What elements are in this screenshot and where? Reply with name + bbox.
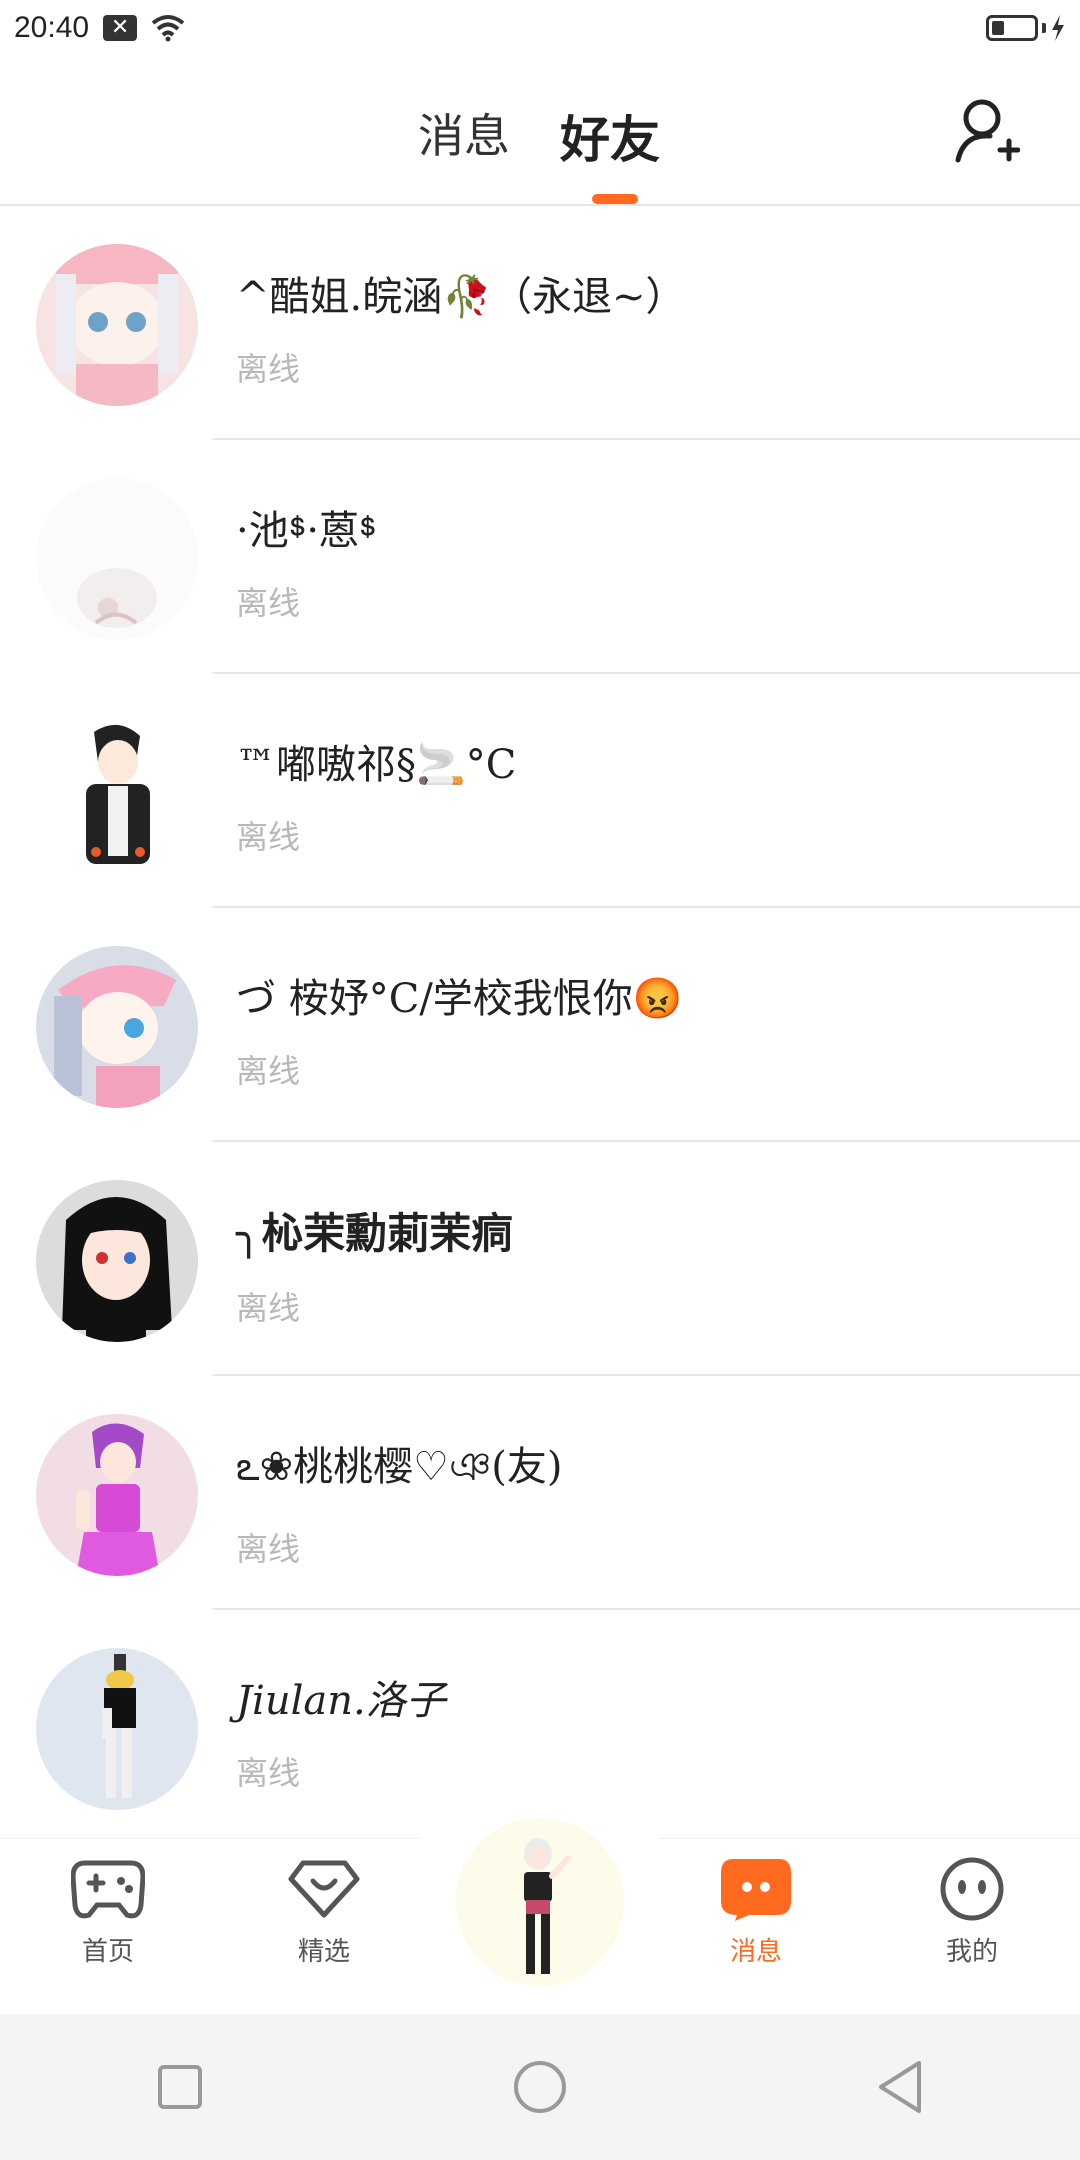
nav-label: 消息 (729, 1937, 782, 1967)
avatar[interactable] (36, 244, 198, 406)
friend-list: ^酷姐.皖涵🥀（永退~） 离线 ·池ᙚ·蒽ᙚ 离线 ™嘟嗷祁§🚬°C 离线 づ … (0, 206, 1080, 1844)
friend-row[interactable]: ·池ᙚ·蒽ᙚ 离线 (0, 440, 1080, 674)
face-icon (940, 1857, 1004, 1921)
friend-status: 离线 (236, 350, 301, 388)
friend-status: 离线 (236, 818, 301, 856)
friend-row[interactable]: ™嘟嗷祁§🚬°C 离线 (0, 674, 1080, 908)
friend-status: 离线 (236, 1754, 301, 1792)
battery-charging-icon (986, 15, 1066, 41)
nav-label: 我的 (945, 1937, 998, 1967)
avatar-character-icon[interactable] (456, 1818, 624, 1986)
wifi-icon (151, 15, 185, 42)
friend-status: 离线 (236, 1052, 301, 1090)
x-box-icon: ✕ (103, 15, 138, 41)
header: 消息 好友 (0, 56, 1080, 206)
avatar[interactable] (36, 946, 198, 1108)
nav-item-messages[interactable]: 消息 (676, 1857, 836, 1968)
avatar[interactable] (36, 478, 198, 640)
friend-name: ^酷姐.皖涵🥀（永退~） (236, 274, 686, 320)
friend-name: Jiulan.洛子 (236, 1678, 446, 1724)
friend-status: 离线 (236, 1530, 301, 1568)
gamepad-icon (70, 1860, 146, 1919)
nav-item-featured[interactable]: 精选 (244, 1857, 404, 1968)
friend-name: ఽ❀桃桃樱♡ঞ(友) (236, 1444, 563, 1490)
circle-icon[interactable] (500, 2047, 580, 2127)
avatar[interactable] (36, 1180, 198, 1342)
nav-label: 首页 (81, 1937, 134, 1967)
friend-row[interactable]: づ 桉妤°C/学校我恨你😡 离线 (0, 908, 1080, 1142)
friend-name: ™嘟嗷祁§🚬°C (236, 742, 517, 788)
avatar[interactable] (36, 712, 198, 874)
nav-label: 精选 (297, 1937, 350, 1967)
tab-indicator (592, 194, 638, 204)
friend-row[interactable]: ^酷姐.皖涵🥀（永退~） 离线 (0, 206, 1080, 440)
friend-name: ╮杺茉勳莿茉痌 (236, 1209, 514, 1258)
friend-name: づ 桉妤°C/学校我恨你😡 (236, 976, 683, 1022)
avatar[interactable] (36, 1648, 198, 1810)
status-time: 20:40 (14, 11, 90, 44)
nav-item-home[interactable]: 首页 (28, 1857, 188, 1968)
tab-friends[interactable]: 好友 (560, 100, 660, 172)
nav-item-profile[interactable]: 我的 (892, 1857, 1052, 1968)
chat-bubble-icon (721, 1859, 791, 1921)
friend-row[interactable]: ╮杺茉勳莿茉痌 离线 (0, 1142, 1080, 1376)
friend-status: 离线 (236, 1289, 301, 1327)
triangle-back-icon[interactable] (860, 2047, 940, 2127)
status-bar: 20:40 ✕ (0, 0, 1080, 56)
friend-status: 离线 (236, 584, 301, 622)
add-user-icon[interactable] (954, 96, 1020, 166)
avatar[interactable] (36, 1414, 198, 1576)
friend-row[interactable]: ఽ❀桃桃樱♡ঞ(友) 离线 (0, 1376, 1080, 1610)
square-icon[interactable] (140, 2047, 220, 2127)
tab-messages[interactable]: 消息 (418, 100, 510, 166)
heart-diamond-icon (288, 1860, 360, 1918)
system-nav (0, 2014, 1080, 2160)
friend-name: ·池ᙚ·蒽ᙚ (236, 508, 377, 554)
